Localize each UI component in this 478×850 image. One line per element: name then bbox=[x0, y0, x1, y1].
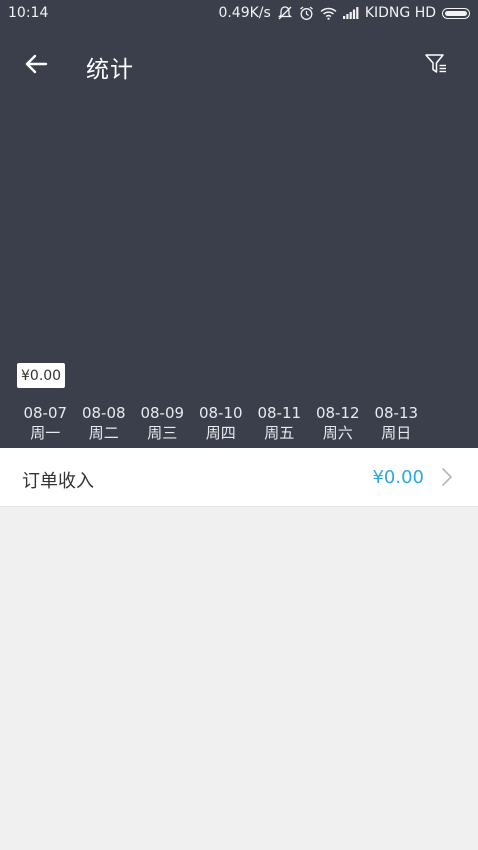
app-bar: 统计 bbox=[0, 36, 478, 92]
wifi-icon bbox=[320, 7, 337, 20]
day-date: 08-11 bbox=[257, 404, 302, 422]
day-weekday: 周五 bbox=[264, 424, 295, 442]
filter-icon bbox=[425, 54, 446, 73]
day-label[interactable]: 08-08 周二 bbox=[75, 403, 134, 443]
alarm-icon bbox=[299, 5, 314, 21]
carrier-name: KIDNG HD bbox=[364, 5, 436, 21]
mute-icon bbox=[277, 6, 293, 20]
day-date: 08-09 bbox=[140, 404, 185, 422]
day-date: 08-07 bbox=[23, 404, 68, 422]
status-right: 0.49K/s KIDNG HD bbox=[218, 5, 470, 21]
day-label[interactable]: 08-09 周三 bbox=[133, 403, 192, 443]
day-weekday: 周二 bbox=[88, 424, 119, 442]
day-date: 08-12 bbox=[315, 404, 360, 422]
chart-value-tag: ¥0.00 bbox=[17, 363, 66, 388]
arrow-left-icon bbox=[25, 54, 48, 74]
order-income-label: 订单收入 bbox=[22, 471, 94, 492]
order-income-amount: ¥0.00 bbox=[372, 467, 424, 488]
signal-icon bbox=[342, 7, 359, 19]
status-time: 10:14 bbox=[8, 5, 49, 21]
back-button[interactable] bbox=[22, 50, 50, 78]
day-date: 08-08 bbox=[81, 404, 126, 422]
day-label[interactable]: 08-10 周四 bbox=[192, 403, 251, 443]
order-income-row[interactable]: 订单收入 ¥0.00 bbox=[0, 448, 478, 507]
filter-button[interactable] bbox=[422, 50, 450, 78]
stats-header: 10:14 0.49K/s KIDNG HD 统计 ¥0.00 08-07 周一… bbox=[0, 0, 478, 448]
chevron-right-icon bbox=[440, 467, 454, 487]
day-label[interactable]: 08-11 周五 bbox=[250, 403, 309, 443]
day-date: 08-13 bbox=[374, 404, 419, 422]
day-label[interactable]: 08-13 周日 bbox=[367, 403, 426, 443]
day-date: 08-10 bbox=[198, 404, 243, 422]
day-label[interactable]: 08-12 周六 bbox=[309, 403, 368, 443]
chart-day-labels: 08-07 周一 08-08 周二 08-09 周三 08-10 周四 08-1… bbox=[16, 403, 426, 443]
network-speed: 0.49K/s bbox=[218, 5, 271, 21]
page-title: 统计 bbox=[86, 57, 134, 83]
day-weekday: 周日 bbox=[381, 424, 412, 442]
day-weekday: 周一 bbox=[30, 424, 61, 442]
day-weekday: 周六 bbox=[322, 424, 353, 442]
day-weekday: 周三 bbox=[147, 424, 178, 442]
status-bar: 10:14 0.49K/s KIDNG HD bbox=[0, 0, 478, 28]
day-label[interactable]: 08-07 周一 bbox=[16, 403, 75, 443]
battery-icon bbox=[442, 7, 470, 19]
day-weekday: 周四 bbox=[205, 424, 236, 442]
